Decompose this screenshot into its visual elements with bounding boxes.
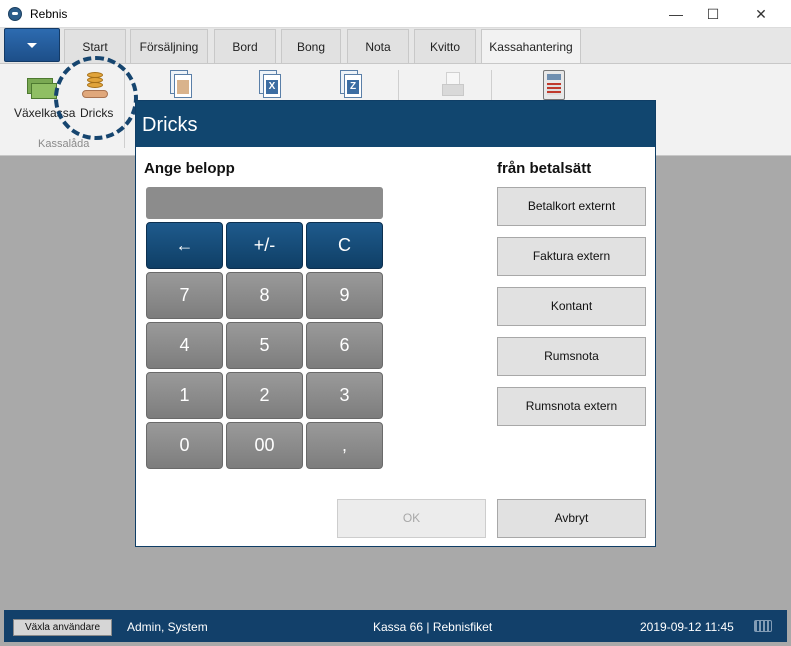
current-user: Admin, System [127,620,208,634]
title-bar: Rebnis — ☐ ✕ [0,0,791,28]
status-bar: Växla användare Admin, System Kassa 66 |… [4,610,787,642]
z-letter-icon: Z [347,80,359,94]
dialog-header: Dricks [136,101,655,147]
ok-button[interactable]: OK [337,499,486,538]
payment-rumsnota-button[interactable]: Rumsnota [497,337,646,376]
switch-user-button[interactable]: Växla användare [13,619,112,636]
payment-rumsnota-extern-button[interactable]: Rumsnota extern [497,387,646,426]
amount-label: Ange belopp [144,160,235,177]
key-8[interactable]: 8 [226,272,303,319]
ribbon-group-label: Kassalåda [38,138,90,150]
key-0[interactable]: 0 [146,422,223,469]
app-logo-icon [8,7,22,21]
z-report-icon[interactable]: Z [340,70,364,100]
cashier-report-icon[interactable] [170,70,194,100]
cancel-button[interactable]: Avbryt [497,499,646,538]
key-4[interactable]: 4 [146,322,223,369]
payment-method-label: från betalsätt [497,160,592,177]
tab-forsaljning[interactable]: Försäljning [130,29,208,63]
key-7[interactable]: 7 [146,272,223,319]
key-2[interactable]: 2 [226,372,303,419]
tab-kvitto[interactable]: Kvitto [414,29,476,63]
highlight-ring [54,56,138,140]
key-6[interactable]: 6 [306,322,383,369]
tab-bord[interactable]: Bord [214,29,276,63]
dricks-dialog: Dricks Ange belopp från betalsätt ← +/- … [135,100,656,547]
register-info: Kassa 66 | Rebnisfiket [373,620,493,634]
chevron-down-icon [27,43,37,48]
key-5[interactable]: 5 [226,322,303,369]
window-title: Rebnis [30,7,68,21]
keyboard-icon[interactable] [754,620,772,632]
key-00[interactable]: 00 [226,422,303,469]
printer-icon[interactable] [442,72,464,100]
tab-nota[interactable]: Nota [347,29,409,63]
maximize-icon[interactable]: ☐ [690,0,736,28]
clear-key[interactable]: C [306,222,383,269]
payment-betalkort-externt-button[interactable]: Betalkort externt [497,187,646,226]
payment-kontant-button[interactable]: Kontant [497,287,646,326]
card-terminal-icon[interactable] [543,70,565,100]
amount-input[interactable] [146,187,383,219]
plus-minus-key[interactable]: +/- [226,222,303,269]
person-shape [177,80,189,94]
terminal-screen-shape [547,74,561,80]
cash-icon[interactable] [27,78,57,100]
key-3[interactable]: 3 [306,372,383,419]
tab-bong[interactable]: Bong [281,29,341,63]
tab-kassahantering[interactable]: Kassahantering [481,29,581,63]
x-letter-icon: X [266,80,278,94]
dialog-title: Dricks [142,114,198,136]
terminal-keys-shape [547,83,561,95]
comma-key[interactable]: , [306,422,383,469]
payment-faktura-extern-button[interactable]: Faktura extern [497,237,646,276]
datetime: 2019-09-12 11:45 [640,620,734,634]
x-report-icon[interactable]: X [259,70,283,100]
printer-body-shape [442,84,464,96]
backspace-key[interactable]: ← [146,222,223,269]
app-menu-button[interactable] [4,28,60,62]
close-icon[interactable]: ✕ [738,0,784,28]
key-9[interactable]: 9 [306,272,383,319]
key-1[interactable]: 1 [146,372,223,419]
